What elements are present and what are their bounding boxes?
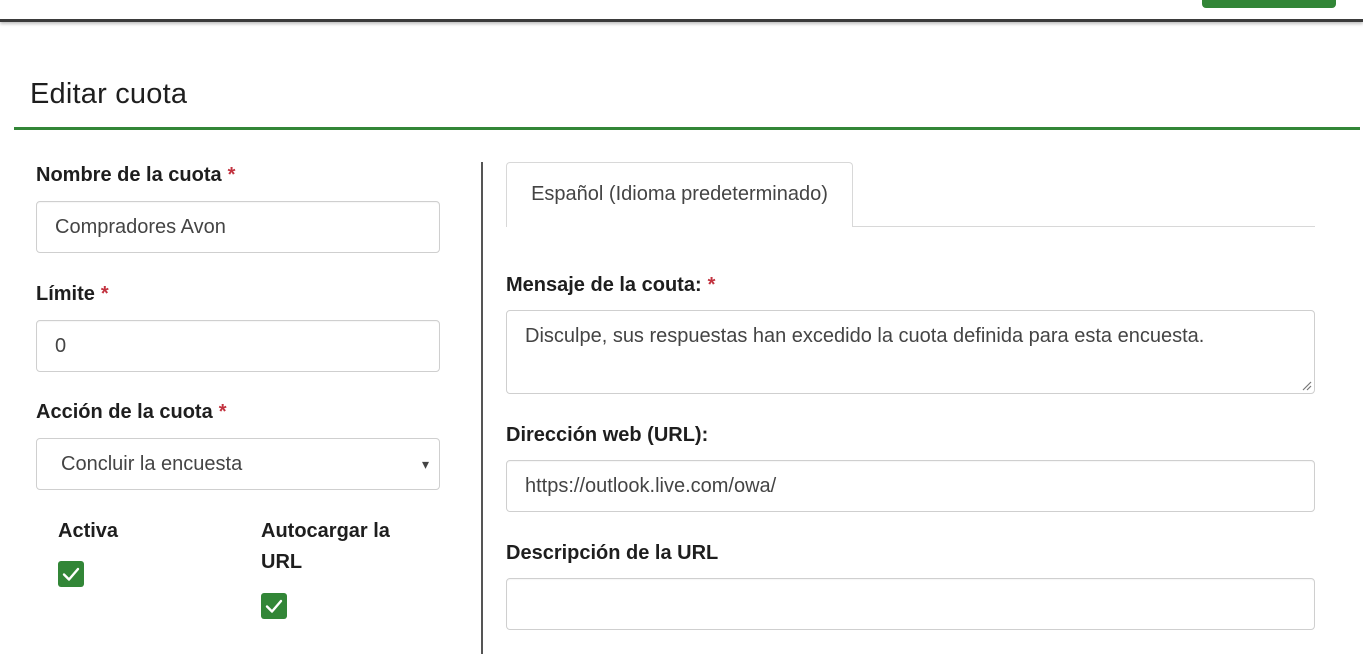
quota-message-textarea[interactable]: Disculpe, sus respuestas han excedido la… — [506, 310, 1315, 394]
autoload-url-checkbox[interactable] — [261, 593, 287, 619]
limit-label-text: Límite — [36, 283, 95, 305]
tab-bar-baseline — [853, 226, 1315, 227]
check-icon — [62, 567, 80, 581]
required-mark: * — [218, 401, 227, 423]
quota-name-label-text: Nombre de la cuota — [36, 164, 222, 186]
quota-action-label-text: Acción de la cuota — [36, 401, 213, 423]
limit-label: Límite * — [36, 283, 109, 306]
page-title: Editar cuota — [30, 78, 188, 110]
quota-action-select[interactable]: Concluir la encuesta ▾ — [36, 438, 440, 490]
quota-name-label: Nombre de la cuota * — [36, 164, 235, 187]
active-label: Activa — [58, 520, 119, 542]
title-underline — [14, 127, 1360, 130]
quota-name-input[interactable] — [36, 201, 440, 253]
top-action-button[interactable] — [1202, 0, 1336, 8]
active-checkbox[interactable] — [58, 561, 84, 587]
required-mark: * — [100, 283, 109, 305]
chevron-down-icon: ▾ — [421, 456, 429, 472]
autoload-url-label-line1: Autocargar la — [261, 520, 390, 542]
url-label: Dirección web (URL): — [506, 424, 709, 446]
check-icon — [265, 599, 283, 613]
tab-language-spanish[interactable]: Español (Idioma predeterminado) — [506, 162, 853, 227]
limit-input[interactable] — [36, 320, 440, 372]
quota-message-label-text: Mensaje de la couta: — [506, 274, 702, 296]
quota-action-selected-value: Concluir la encuesta — [61, 453, 243, 475]
url-description-input[interactable] — [506, 578, 1315, 630]
quota-message-label: Mensaje de la couta: * — [506, 274, 715, 297]
autoload-url-label: Autocargar la URL — [261, 520, 390, 574]
url-description-label: Descripción de la URL — [506, 542, 719, 564]
required-mark: * — [227, 164, 236, 186]
quota-message-text: Disculpe, sus respuestas han excedido la… — [525, 325, 1205, 347]
required-mark: * — [707, 274, 716, 296]
column-divider — [481, 162, 483, 654]
quota-action-label: Acción de la cuota * — [36, 401, 227, 424]
autoload-url-label-line2: URL — [261, 551, 303, 573]
top-navbar — [0, 0, 1363, 22]
resize-handle-icon[interactable] — [1300, 379, 1312, 391]
url-input[interactable] — [506, 460, 1315, 512]
